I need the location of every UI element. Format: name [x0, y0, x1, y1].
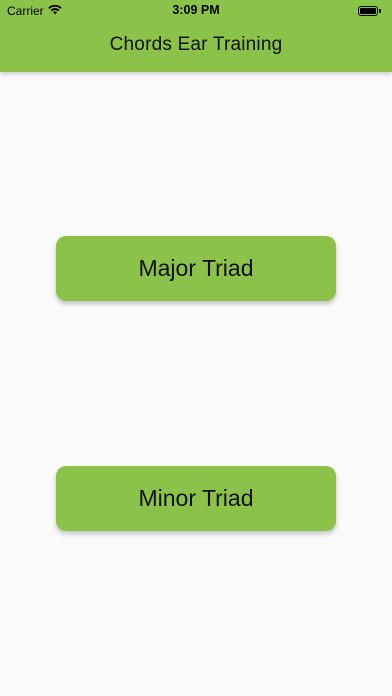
page-title: Chords Ear Training — [109, 34, 283, 55]
major-triad-button[interactable]: Major Triad — [56, 236, 336, 301]
battery-icon — [358, 5, 382, 16]
minor-triad-button[interactable]: Minor Triad — [56, 466, 336, 531]
app-bar: Carrier 3:09 PM Chords Ear Training — [0, 0, 392, 72]
status-bar: Carrier 3:09 PM — [0, 0, 392, 22]
status-time: 3:09 PM — [172, 3, 220, 17]
app-screen: Carrier 3:09 PM Chords Ear Training Majo… — [0, 0, 392, 696]
